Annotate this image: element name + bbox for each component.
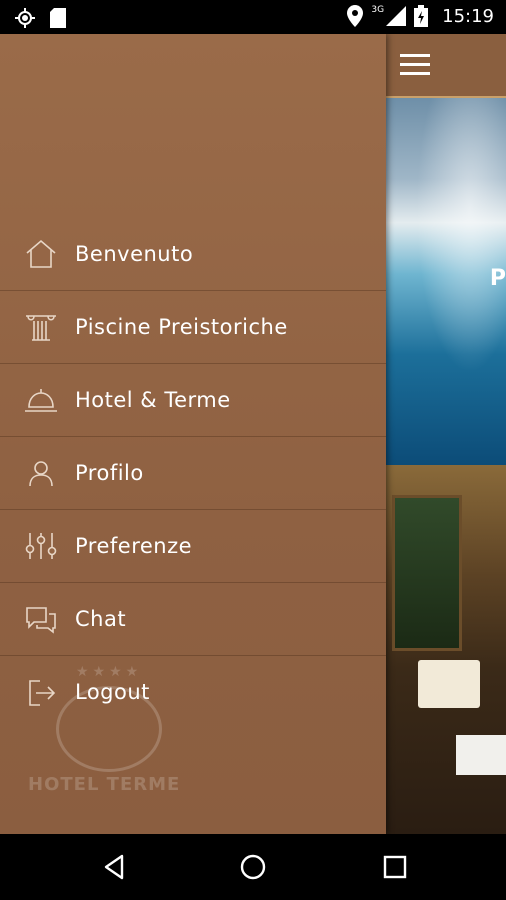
- status-bar: 3G 15:19: [0, 0, 506, 34]
- battery-charging-icon: [414, 5, 429, 27]
- home-icon: [26, 239, 56, 268]
- app-area: P ★★★★ HOTEL TERME Benvenuto Piscine Pre…: [0, 34, 506, 834]
- sd-card-icon: [50, 8, 66, 28]
- restaurant-window: [392, 495, 462, 651]
- hamburger-icon[interactable]: [400, 54, 430, 76]
- hero-pool-image[interactable]: P: [386, 98, 506, 465]
- menu-item-label: Chat: [75, 607, 127, 631]
- restaurant-table: [456, 735, 506, 775]
- drawer-menu: Benvenuto Piscine Preistoriche Hotel & T…: [0, 218, 386, 728]
- logout-icon: [29, 680, 56, 706]
- menu-item-logout[interactable]: Logout: [0, 656, 386, 728]
- menu-item-piscine[interactable]: Piscine Preistoriche: [0, 291, 386, 364]
- network-type: 3G: [371, 5, 385, 15]
- chat-icon: [26, 607, 56, 634]
- person-icon: [29, 461, 53, 487]
- menu-item-label: Profilo: [75, 461, 144, 485]
- service-bell-icon: [25, 389, 57, 412]
- menu-item-benvenuto[interactable]: Benvenuto: [0, 218, 386, 291]
- hero-restaurant-image[interactable]: [386, 465, 506, 834]
- menu-item-chat[interactable]: Chat: [0, 583, 386, 656]
- system-nav-bar: [0, 834, 506, 900]
- location-icon: [347, 5, 364, 27]
- menu-item-label: Hotel & Terme: [75, 388, 231, 412]
- home-circle-icon[interactable]: [238, 852, 268, 882]
- menu-item-profilo[interactable]: Profilo: [0, 437, 386, 510]
- menu-item-label: Piscine Preistoriche: [75, 315, 288, 339]
- menu-item-label: Benvenuto: [75, 242, 194, 266]
- clock: 15:19: [442, 5, 494, 27]
- menu-item-label: Logout: [75, 680, 150, 704]
- menu-item-label: Preferenze: [75, 534, 193, 558]
- restaurant-menu-book: [418, 660, 480, 708]
- back-icon[interactable]: [100, 852, 130, 882]
- column-icon: [26, 315, 56, 341]
- sliders-icon: [25, 533, 57, 559]
- recents-icon[interactable]: [380, 852, 410, 882]
- navigation-drawer: ★★★★ HOTEL TERME Benvenuto Piscine Preis…: [0, 34, 386, 834]
- menu-item-preferenze[interactable]: Preferenze: [0, 510, 386, 583]
- gps-icon: [15, 8, 35, 28]
- logo-text: HOTEL TERME: [28, 774, 181, 795]
- menu-item-hotel-terme[interactable]: Hotel & Terme: [0, 364, 386, 437]
- signal-icon: [386, 6, 407, 26]
- hero-title: P: [489, 266, 506, 291]
